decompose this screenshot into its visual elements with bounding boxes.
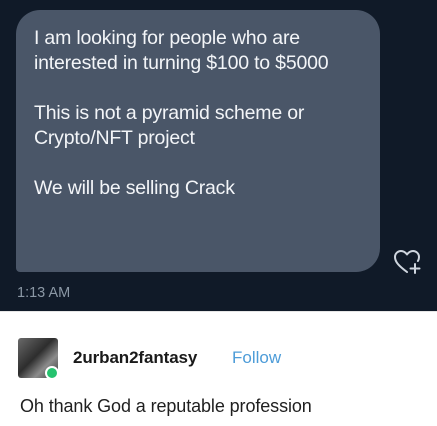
username[interactable]: 2urban2fantasy <box>73 348 197 368</box>
message-paragraph-2: This is not a pyramid scheme or Crypto/N… <box>34 102 305 149</box>
follow-button[interactable]: Follow <box>232 348 281 368</box>
message-timestamp: 1:13 AM <box>17 285 71 301</box>
dm-conversation: I am looking for people who are interest… <box>0 0 437 311</box>
online-badge-icon <box>45 366 59 380</box>
heart-plus-icon[interactable] <box>393 248 423 276</box>
avatar[interactable] <box>18 338 59 380</box>
message-bubble[interactable]: I am looking for people who are interest… <box>16 10 380 272</box>
message-paragraph-3: We will be selling Crack <box>34 177 235 199</box>
reply-post: 2urban2fantasy Follow Oh thank God a rep… <box>0 312 437 426</box>
message-paragraph-1: I am looking for people who are interest… <box>34 27 329 74</box>
post-text: Oh thank God a reputable profession <box>20 396 312 416</box>
